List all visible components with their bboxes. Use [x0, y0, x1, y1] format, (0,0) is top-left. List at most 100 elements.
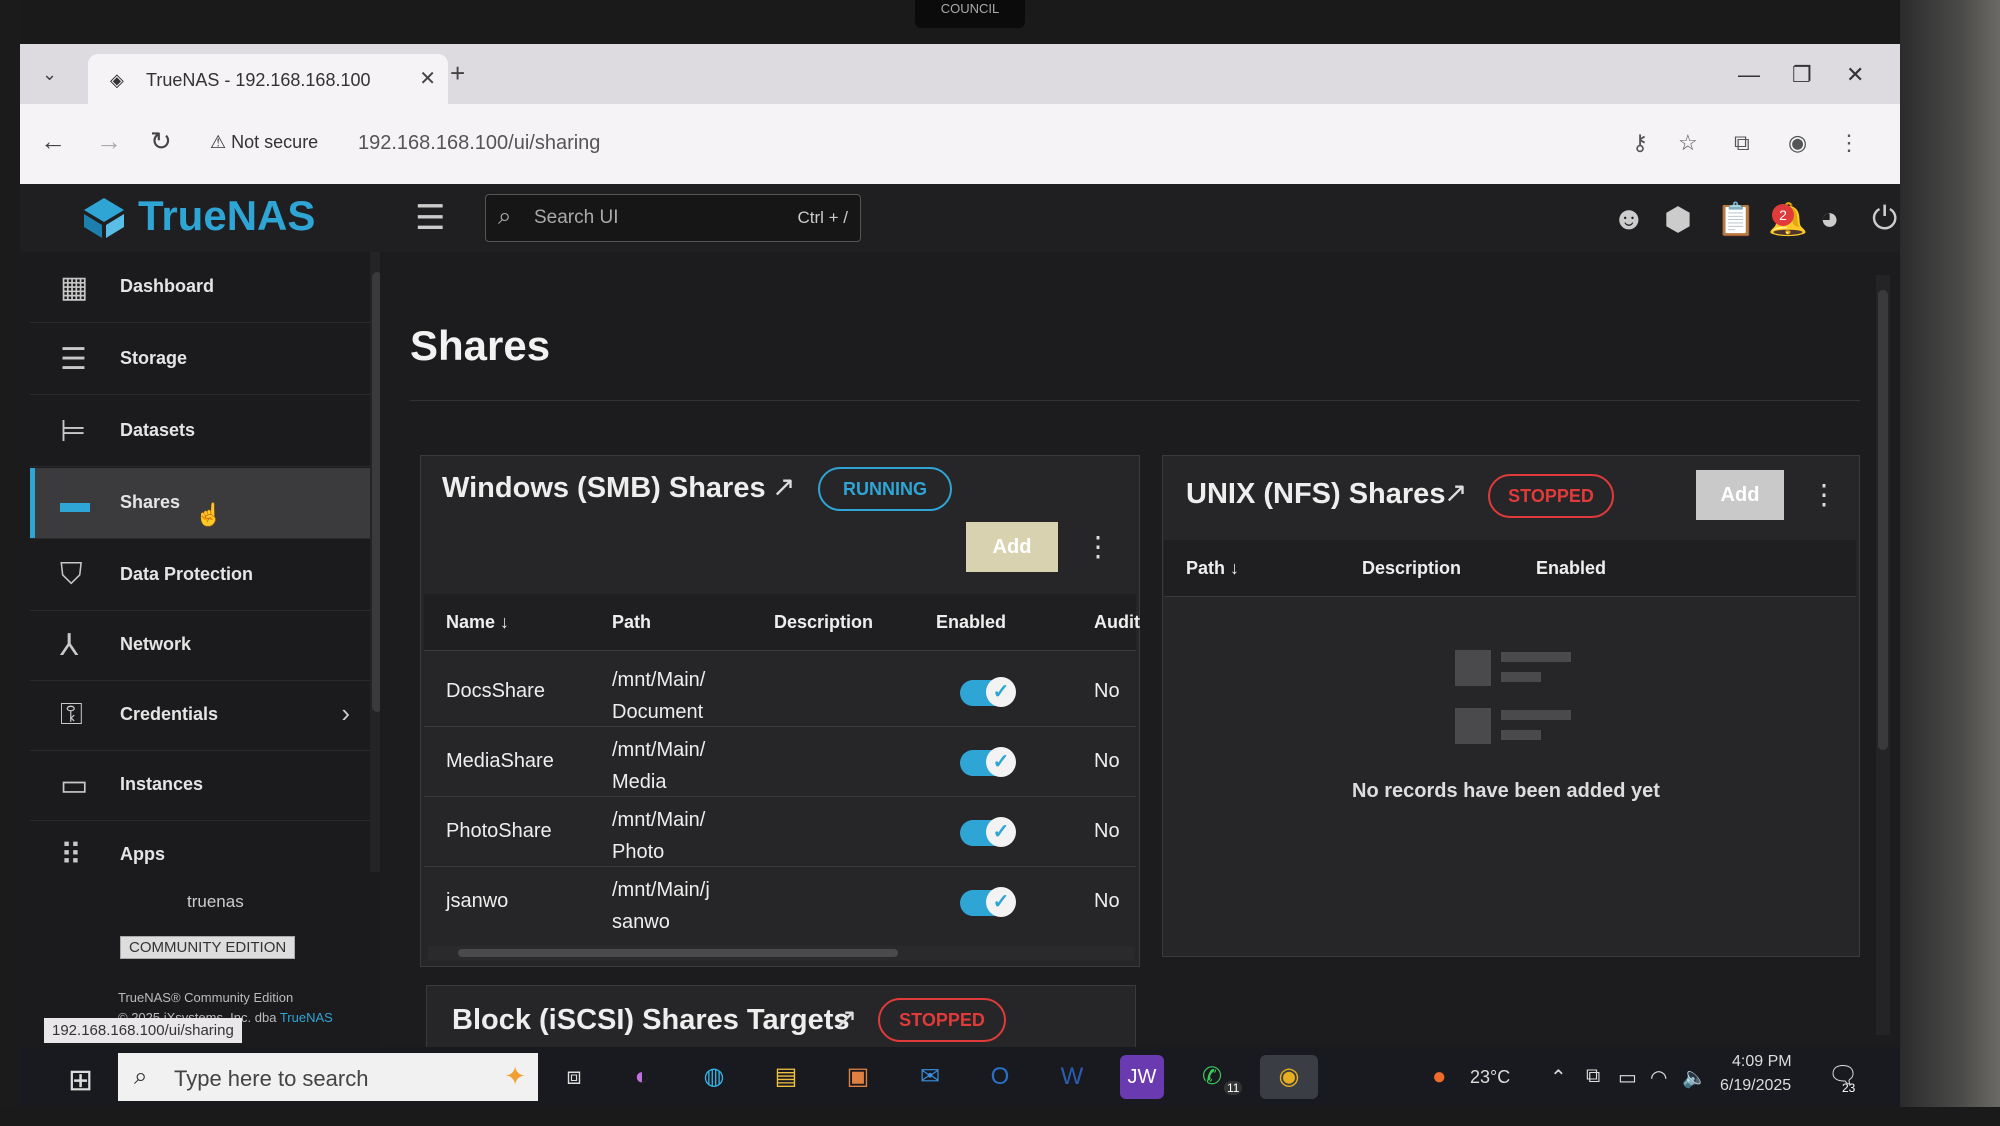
microsoft-store-icon[interactable]: ▣	[836, 1055, 880, 1099]
smb-more-options-icon[interactable]: ⋮	[1084, 530, 1112, 563]
outlook-icon[interactable]: O	[978, 1055, 1022, 1099]
smb-table-hscrollbar[interactable]	[428, 946, 1134, 960]
not-secure-indicator[interactable]: ⚠ Not secure	[210, 132, 318, 153]
table-row[interactable]: PhotoShare /mnt/Main/Photo ✓ No	[424, 796, 1136, 867]
bookmark-star-icon[interactable]: ☆	[1678, 130, 1698, 156]
table-row[interactable]: jsanwo /mnt/Main/j sanwo ✓ No	[424, 866, 1136, 936]
restore-icon[interactable]: ❐	[1792, 62, 1812, 88]
external-link-icon[interactable]: ↗	[834, 1002, 857, 1035]
main-scroll-thumb[interactable]	[1878, 290, 1888, 750]
tab-close-icon[interactable]: ✕	[419, 66, 436, 91]
new-tab-icon[interactable]: +	[450, 58, 465, 89]
extensions-icon[interactable]: ⧉	[1734, 130, 1750, 156]
external-link-icon[interactable]: ↗	[1444, 476, 1467, 509]
truecommand-icon[interactable]: ⬢	[1664, 200, 1692, 238]
share-name: PhotoShare	[446, 820, 552, 842]
audit-value: No	[1094, 680, 1120, 702]
forward-icon[interactable]: →	[96, 126, 122, 157]
battery-icon[interactable]: ▭	[1618, 1065, 1637, 1090]
nfs-add-button[interactable]: Add	[1696, 470, 1784, 520]
back-icon[interactable]: ←	[40, 126, 66, 157]
column-header-name[interactable]: Name ↓	[446, 612, 509, 633]
search-input[interactable]: ⌕ Search UI Ctrl + /	[485, 194, 861, 242]
reload-icon[interactable]: ↻	[150, 126, 172, 157]
column-header-enabled[interactable]: Enabled	[1536, 558, 1606, 579]
column-header-path[interactable]: Path	[612, 612, 651, 633]
tab-search-chevron-icon[interactable]: ⌄	[42, 64, 57, 85]
clock-time[interactable]: 4:09 PM	[1732, 1053, 1792, 1071]
nfs-card-title[interactable]: UNIX (NFS) Shares	[1186, 478, 1445, 511]
sidebar-item-apps[interactable]: ⠿ Apps	[30, 820, 370, 890]
feedback-smiley-icon[interactable]: ☻	[1612, 200, 1646, 237]
sidebar-item-instances[interactable]: ▭ Instances	[30, 750, 370, 821]
smb-card-title[interactable]: Windows (SMB) Shares	[442, 472, 766, 505]
enabled-toggle[interactable]: ✓	[960, 817, 1016, 847]
browser-tab[interactable]: ◈ TrueNAS - 192.168.168.100 ✕	[88, 54, 448, 104]
sidebar-item-shares[interactable]: ▬ Shares ☝	[30, 468, 370, 539]
sidebar-item-dashboard[interactable]: ▦ Dashboard	[30, 252, 370, 323]
hscroll-thumb[interactable]	[458, 949, 898, 957]
meet-now-icon[interactable]: ⧉	[1586, 1065, 1600, 1088]
empty-list-icon	[1455, 650, 1571, 744]
check-icon: ✓	[986, 887, 1016, 917]
share-path-line1: /mnt/Main/	[612, 669, 706, 691]
file-explorer-icon[interactable]: ▤	[764, 1055, 808, 1099]
active-indicator	[30, 468, 35, 538]
column-header-enabled[interactable]: Enabled	[936, 612, 1006, 633]
password-key-icon[interactable]: ⚷	[1632, 130, 1648, 156]
jw-app-icon[interactable]: JW	[1120, 1055, 1164, 1099]
enabled-toggle[interactable]: ✓	[960, 747, 1016, 777]
app-logo-text[interactable]: TrueNAS	[138, 192, 315, 240]
sidebar-item-network[interactable]: ⅄ Network	[30, 610, 370, 681]
column-header-audit[interactable]: Audit	[1094, 612, 1140, 633]
truenas-link[interactable]: TrueNAS	[280, 1010, 333, 1025]
sidebar-item-storage[interactable]: ☰ Storage	[30, 324, 370, 395]
user-account-icon[interactable]: ◕	[1820, 200, 1839, 237]
weather-icon[interactable]: ●	[1432, 1063, 1447, 1091]
nfs-status-badge[interactable]: STOPPED	[1488, 474, 1614, 518]
external-link-icon[interactable]: ↗	[772, 470, 795, 503]
table-row[interactable]: DocsShare /mnt/Main/Document ✓ No	[424, 656, 1136, 727]
word-icon[interactable]: W	[1050, 1055, 1094, 1099]
copilot-app-icon[interactable]: ◐	[620, 1055, 664, 1099]
network-icon: ⅄	[60, 629, 79, 662]
volume-icon[interactable]: 🔈	[1682, 1065, 1707, 1090]
enabled-toggle[interactable]: ✓	[960, 677, 1016, 707]
wifi-icon[interactable]: ◠	[1650, 1065, 1667, 1090]
temperature[interactable]: 23°C	[1470, 1067, 1510, 1088]
jobs-clipboard-icon[interactable]: 📋	[1716, 200, 1756, 238]
taskbar-search-input[interactable]: ⌕ Type here to search ✦	[118, 1053, 538, 1101]
enabled-toggle[interactable]: ✓	[960, 887, 1016, 917]
sidebar-item-data-protection[interactable]: ⛉ Data Protection	[30, 540, 370, 611]
share-path: /mnt/Main/j sanwo	[612, 874, 742, 938]
task-view-icon[interactable]: ⧈	[552, 1055, 596, 1099]
address-bar[interactable]: ⚠ Not secure 192.168.168.100/ui/sharing …	[210, 122, 1890, 166]
url-text[interactable]: 192.168.168.100/ui/sharing	[358, 132, 600, 155]
smb-add-button[interactable]: Add	[966, 522, 1058, 572]
address-bar-row: ← → ↻ ⚠ Not secure 192.168.168.100/ui/sh…	[20, 104, 1910, 184]
column-header-description[interactable]: Description	[1362, 558, 1461, 579]
window-close-icon[interactable]: ✕	[1846, 62, 1864, 88]
table-row[interactable]: MediaShare /mnt/Main/Media ✓ No	[424, 726, 1136, 797]
nfs-more-options-icon[interactable]: ⋮	[1810, 478, 1838, 511]
column-header-path[interactable]: Path ↓	[1186, 558, 1239, 579]
clock-date[interactable]: 6/19/2025	[1720, 1077, 1791, 1095]
webcam-sticker-label: COUNCIL	[940, 1, 1000, 16]
menu-toggle-icon[interactable]: ☰	[415, 198, 445, 238]
tray-chevron-up-icon[interactable]: ⌃	[1550, 1065, 1567, 1090]
iscsi-status-badge[interactable]: STOPPED	[878, 998, 1006, 1042]
sidebar-item-credentials[interactable]: ⚿ Credentials ›	[30, 680, 370, 751]
iscsi-card-title[interactable]: Block (iSCSI) Shares Targets	[452, 1004, 850, 1037]
smb-status-badge[interactable]: RUNNING	[818, 467, 952, 511]
windows-start-icon[interactable]: ⊞	[68, 1063, 93, 1098]
power-icon[interactable]: ⏻	[1872, 200, 1897, 238]
sidebar-item-datasets[interactable]: ⊨ Datasets	[30, 396, 370, 467]
browser-menu-icon[interactable]: ⋮	[1838, 130, 1860, 156]
column-header-description[interactable]: Description	[774, 612, 873, 633]
profile-icon[interactable]: ◉	[1788, 130, 1807, 156]
minimize-icon[interactable]: —	[1738, 62, 1760, 88]
mail-app-icon[interactable]: ✉	[908, 1055, 952, 1099]
chrome-icon[interactable]: ◉	[1260, 1055, 1318, 1099]
edge-browser-icon[interactable]: ◍	[692, 1055, 736, 1099]
shield-icon: ⛉	[60, 558, 83, 591]
